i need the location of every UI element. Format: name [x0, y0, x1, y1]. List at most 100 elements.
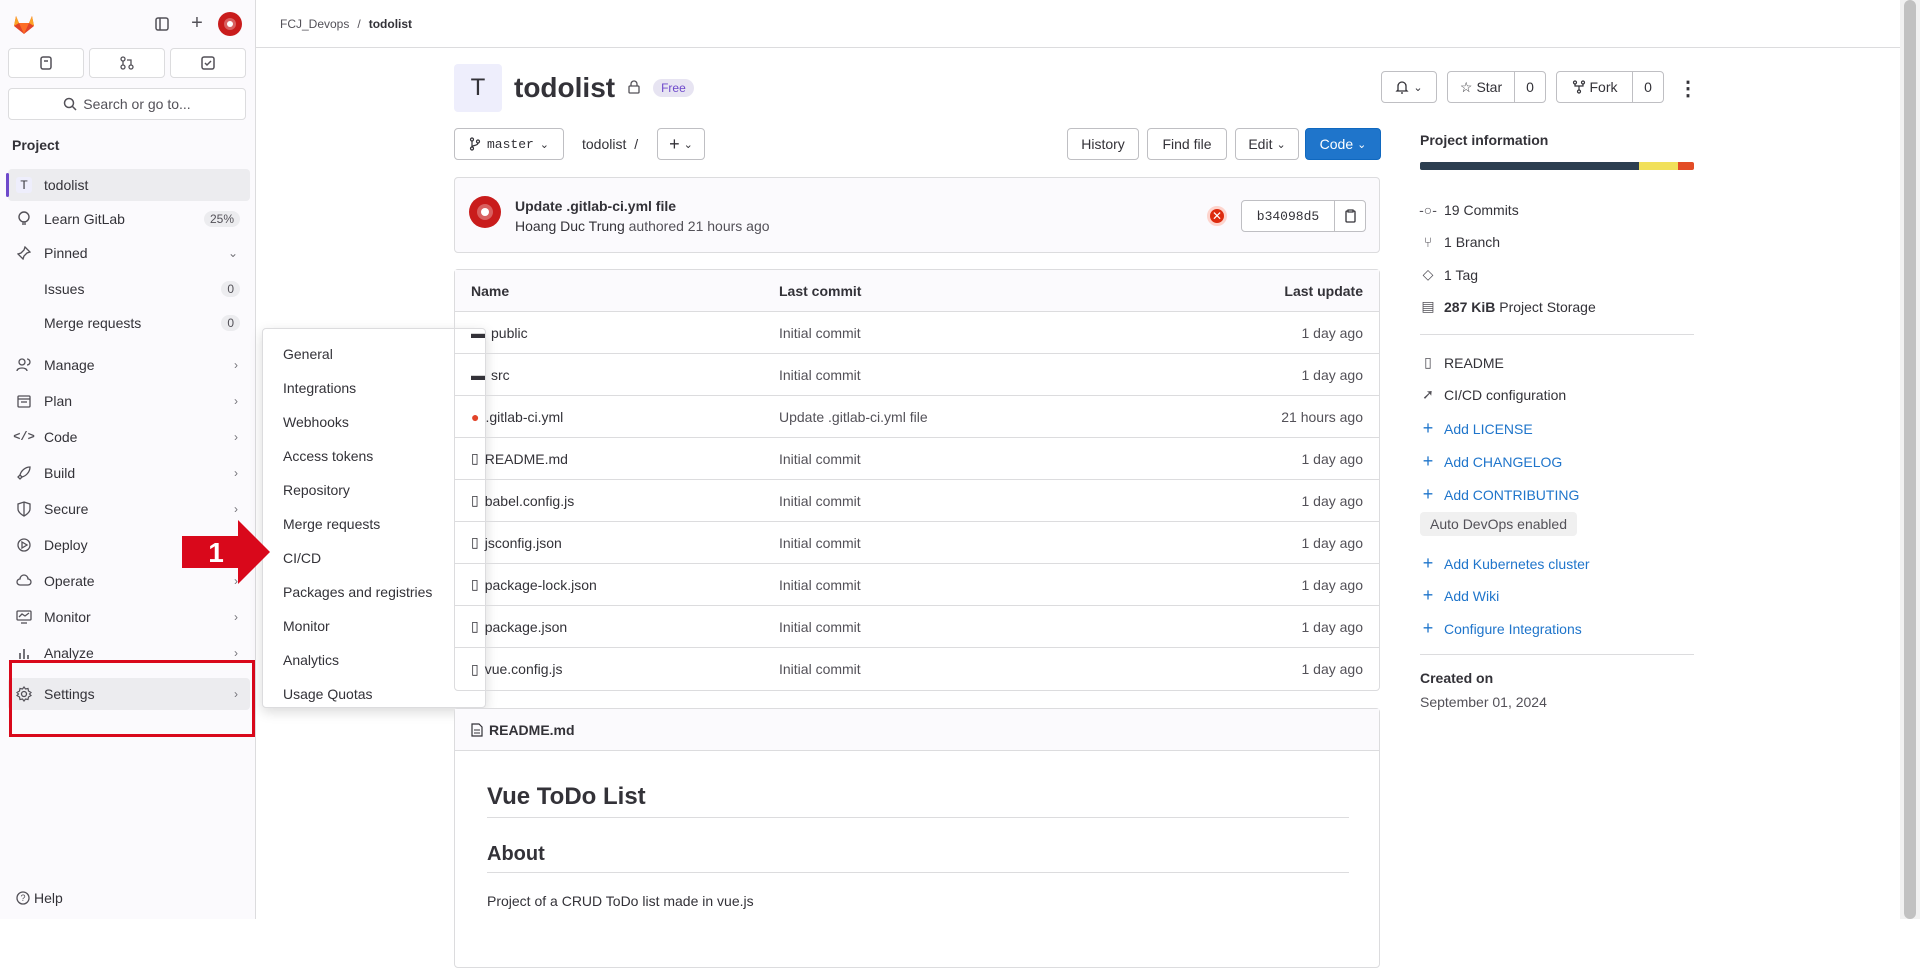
flyout-item-access-tokens[interactable]: Access tokens: [263, 439, 485, 473]
add-contributing-link[interactable]: + Add CONTRIBUTING: [1420, 484, 1580, 505]
sidebar-item-project[interactable]: T todolist: [6, 169, 250, 201]
file-commit[interactable]: Initial commit: [779, 451, 861, 467]
flyout-item-general[interactable]: General: [263, 337, 485, 371]
file-commit[interactable]: Initial commit: [779, 577, 861, 593]
find-file-button[interactable]: Find file: [1147, 128, 1227, 160]
table-row[interactable]: ▯ jsconfig.json Initial commit 1 day ago: [455, 522, 1379, 564]
flyout-item-webhooks[interactable]: Webhooks: [263, 405, 485, 439]
file-name[interactable]: package.json: [485, 619, 568, 635]
sidebar-item-learn-gitlab[interactable]: Learn GitLab 25%: [8, 203, 250, 235]
breadcrumb-project[interactable]: todolist: [369, 17, 412, 31]
more-actions-icon[interactable]: ⋮: [1676, 76, 1700, 100]
add-license-link[interactable]: + Add LICENSE: [1420, 418, 1533, 439]
add-to-tree-button[interactable]: + ⌄: [657, 128, 705, 160]
fork-button[interactable]: Fork: [1556, 71, 1633, 103]
branch-selector[interactable]: master ⌄: [454, 128, 564, 160]
gitlab-logo-icon[interactable]: [12, 12, 36, 36]
table-row[interactable]: ● .gitlab-ci.yml Update .gitlab-ci.yml fi…: [455, 396, 1379, 438]
file-name[interactable]: public: [491, 325, 528, 341]
sidebar-item-build[interactable]: Build ›: [8, 457, 250, 489]
star-count[interactable]: 0: [1514, 71, 1546, 103]
language-bar-segment[interactable]: [1639, 162, 1678, 170]
cicd-config-link[interactable]: ➚ CI/CD configuration: [1420, 386, 1566, 403]
file-commit[interactable]: Initial commit: [779, 661, 861, 677]
table-row[interactable]: ▯ package.json Initial commit 1 day ago: [455, 606, 1379, 648]
file-commit[interactable]: Update .gitlab-ci.yml file: [779, 409, 928, 425]
configure-integrations-link[interactable]: + Configure Integrations: [1420, 618, 1582, 639]
breadcrumb-group[interactable]: FCJ_Devops: [280, 17, 349, 31]
edit-dropdown[interactable]: Edit ⌄: [1235, 128, 1299, 160]
language-bar-segment[interactable]: [1420, 162, 1640, 170]
sidebar-item-manage[interactable]: Manage ›: [8, 349, 250, 381]
star-button[interactable]: ☆ Star: [1447, 71, 1515, 103]
pipeline-failed-icon[interactable]: ✕: [1207, 206, 1227, 226]
table-row[interactable]: ▯ babel.config.js Initial commit 1 day ag…: [455, 480, 1379, 522]
table-row[interactable]: ▯ vue.config.js Initial commit 1 day ago: [455, 648, 1379, 690]
flyout-item-repository[interactable]: Repository: [263, 473, 485, 507]
flyout-item-monitor[interactable]: Monitor: [263, 609, 485, 643]
readme-filename[interactable]: README.md: [489, 722, 575, 738]
flyout-item-merge-requests[interactable]: Merge requests: [263, 507, 485, 541]
file-commit[interactable]: Initial commit: [779, 619, 861, 635]
commits-stat[interactable]: -○- 19 Commits: [1419, 202, 1519, 218]
sidebar-item-code[interactable]: </> Code ›: [8, 421, 250, 453]
table-row[interactable]: ▯ package-lock.json Initial commit 1 day …: [455, 564, 1379, 606]
flyout-item-analytics[interactable]: Analytics: [263, 643, 485, 677]
file-commit[interactable]: Initial commit: [779, 367, 861, 383]
repo-path-root[interactable]: todolist: [582, 136, 626, 152]
flyout-item-integrations[interactable]: Integrations: [263, 371, 485, 405]
table-row[interactable]: ▯ README.md Initial commit 1 day ago: [455, 438, 1379, 480]
sidebar-item-issues[interactable]: Issues 0: [8, 273, 250, 305]
search-button[interactable]: Search or go to...: [8, 88, 246, 120]
merge-requests-button[interactable]: [89, 48, 165, 78]
branches-stat[interactable]: ⑂ 1 Branch: [1420, 234, 1500, 250]
tags-stat[interactable]: ◇ 1 Tag: [1420, 266, 1478, 283]
readme-link[interactable]: ▯ README: [1420, 354, 1504, 371]
fork-count[interactable]: 0: [1632, 71, 1664, 103]
flyout-item-cicd[interactable]: CI/CD: [263, 541, 485, 575]
sidebar-item-plan[interactable]: Plan ›: [8, 385, 250, 417]
table-row[interactable]: ▬ src Initial commit 1 day ago: [455, 354, 1379, 396]
table-row[interactable]: ▬ public Initial commit 1 day ago: [455, 312, 1379, 354]
file-name[interactable]: vue.config.js: [485, 661, 563, 677]
flyout-item-usage-quotas[interactable]: Usage Quotas: [263, 677, 485, 711]
file-icon: ▯: [471, 618, 479, 634]
language-bar-segment[interactable]: [1677, 162, 1694, 170]
create-new-icon[interactable]: +: [188, 12, 206, 34]
file-commit[interactable]: Initial commit: [779, 535, 861, 551]
commit-author[interactable]: Hoang Duc Trung: [515, 218, 625, 234]
sidebar-item-merge-requests[interactable]: Merge requests 0: [8, 307, 250, 339]
commit-title[interactable]: Update .gitlab-ci.yml file: [515, 198, 676, 214]
scrollbar-thumb[interactable]: [1904, 0, 1916, 919]
flyout-item-packages-registries[interactable]: Packages and registries: [263, 575, 485, 609]
file-name[interactable]: README.md: [485, 451, 568, 467]
copy-sha-button[interactable]: [1334, 200, 1366, 232]
file-name[interactable]: package-lock.json: [485, 577, 597, 593]
toggle-sidebar-icon[interactable]: [154, 16, 170, 32]
commit-author-avatar[interactable]: [469, 196, 501, 228]
file-name[interactable]: babel.config.js: [485, 493, 575, 509]
file-commit[interactable]: Initial commit: [779, 493, 861, 509]
storage-stat[interactable]: ▤ 287 KiB Project Storage: [1420, 298, 1595, 315]
file-commit[interactable]: Initial commit: [779, 325, 861, 341]
add-changelog-link[interactable]: + Add CHANGELOG: [1420, 451, 1563, 472]
page-scrollbar[interactable]: [1900, 0, 1920, 919]
file-name[interactable]: src: [491, 367, 510, 383]
add-kubernetes-link[interactable]: + Add Kubernetes cluster: [1420, 553, 1590, 574]
code-dropdown[interactable]: Code ⌄: [1305, 128, 1381, 160]
commit-sha[interactable]: b34098d5: [1241, 200, 1335, 232]
file-name[interactable]: .gitlab-ci.yml: [485, 409, 563, 425]
history-button[interactable]: History: [1067, 128, 1139, 160]
file-name[interactable]: jsconfig.json: [485, 535, 562, 551]
user-avatar[interactable]: [218, 12, 242, 36]
sidebar-item-monitor[interactable]: Monitor ›: [8, 601, 250, 633]
storage-icon: ▤: [1421, 298, 1435, 314]
sidebar-item-pinned[interactable]: Pinned ⌄: [8, 237, 250, 269]
help-button[interactable]: ? Help: [16, 890, 63, 906]
todo-list-button[interactable]: [170, 48, 246, 78]
notifications-button[interactable]: ⌄: [1381, 71, 1437, 103]
auto-devops-badge[interactable]: Auto DevOps enabled: [1420, 512, 1577, 536]
assigned-issues-button[interactable]: [8, 48, 84, 78]
add-wiki-link[interactable]: + Add Wiki: [1420, 585, 1500, 606]
language-bar[interactable]: [1420, 162, 1694, 170]
